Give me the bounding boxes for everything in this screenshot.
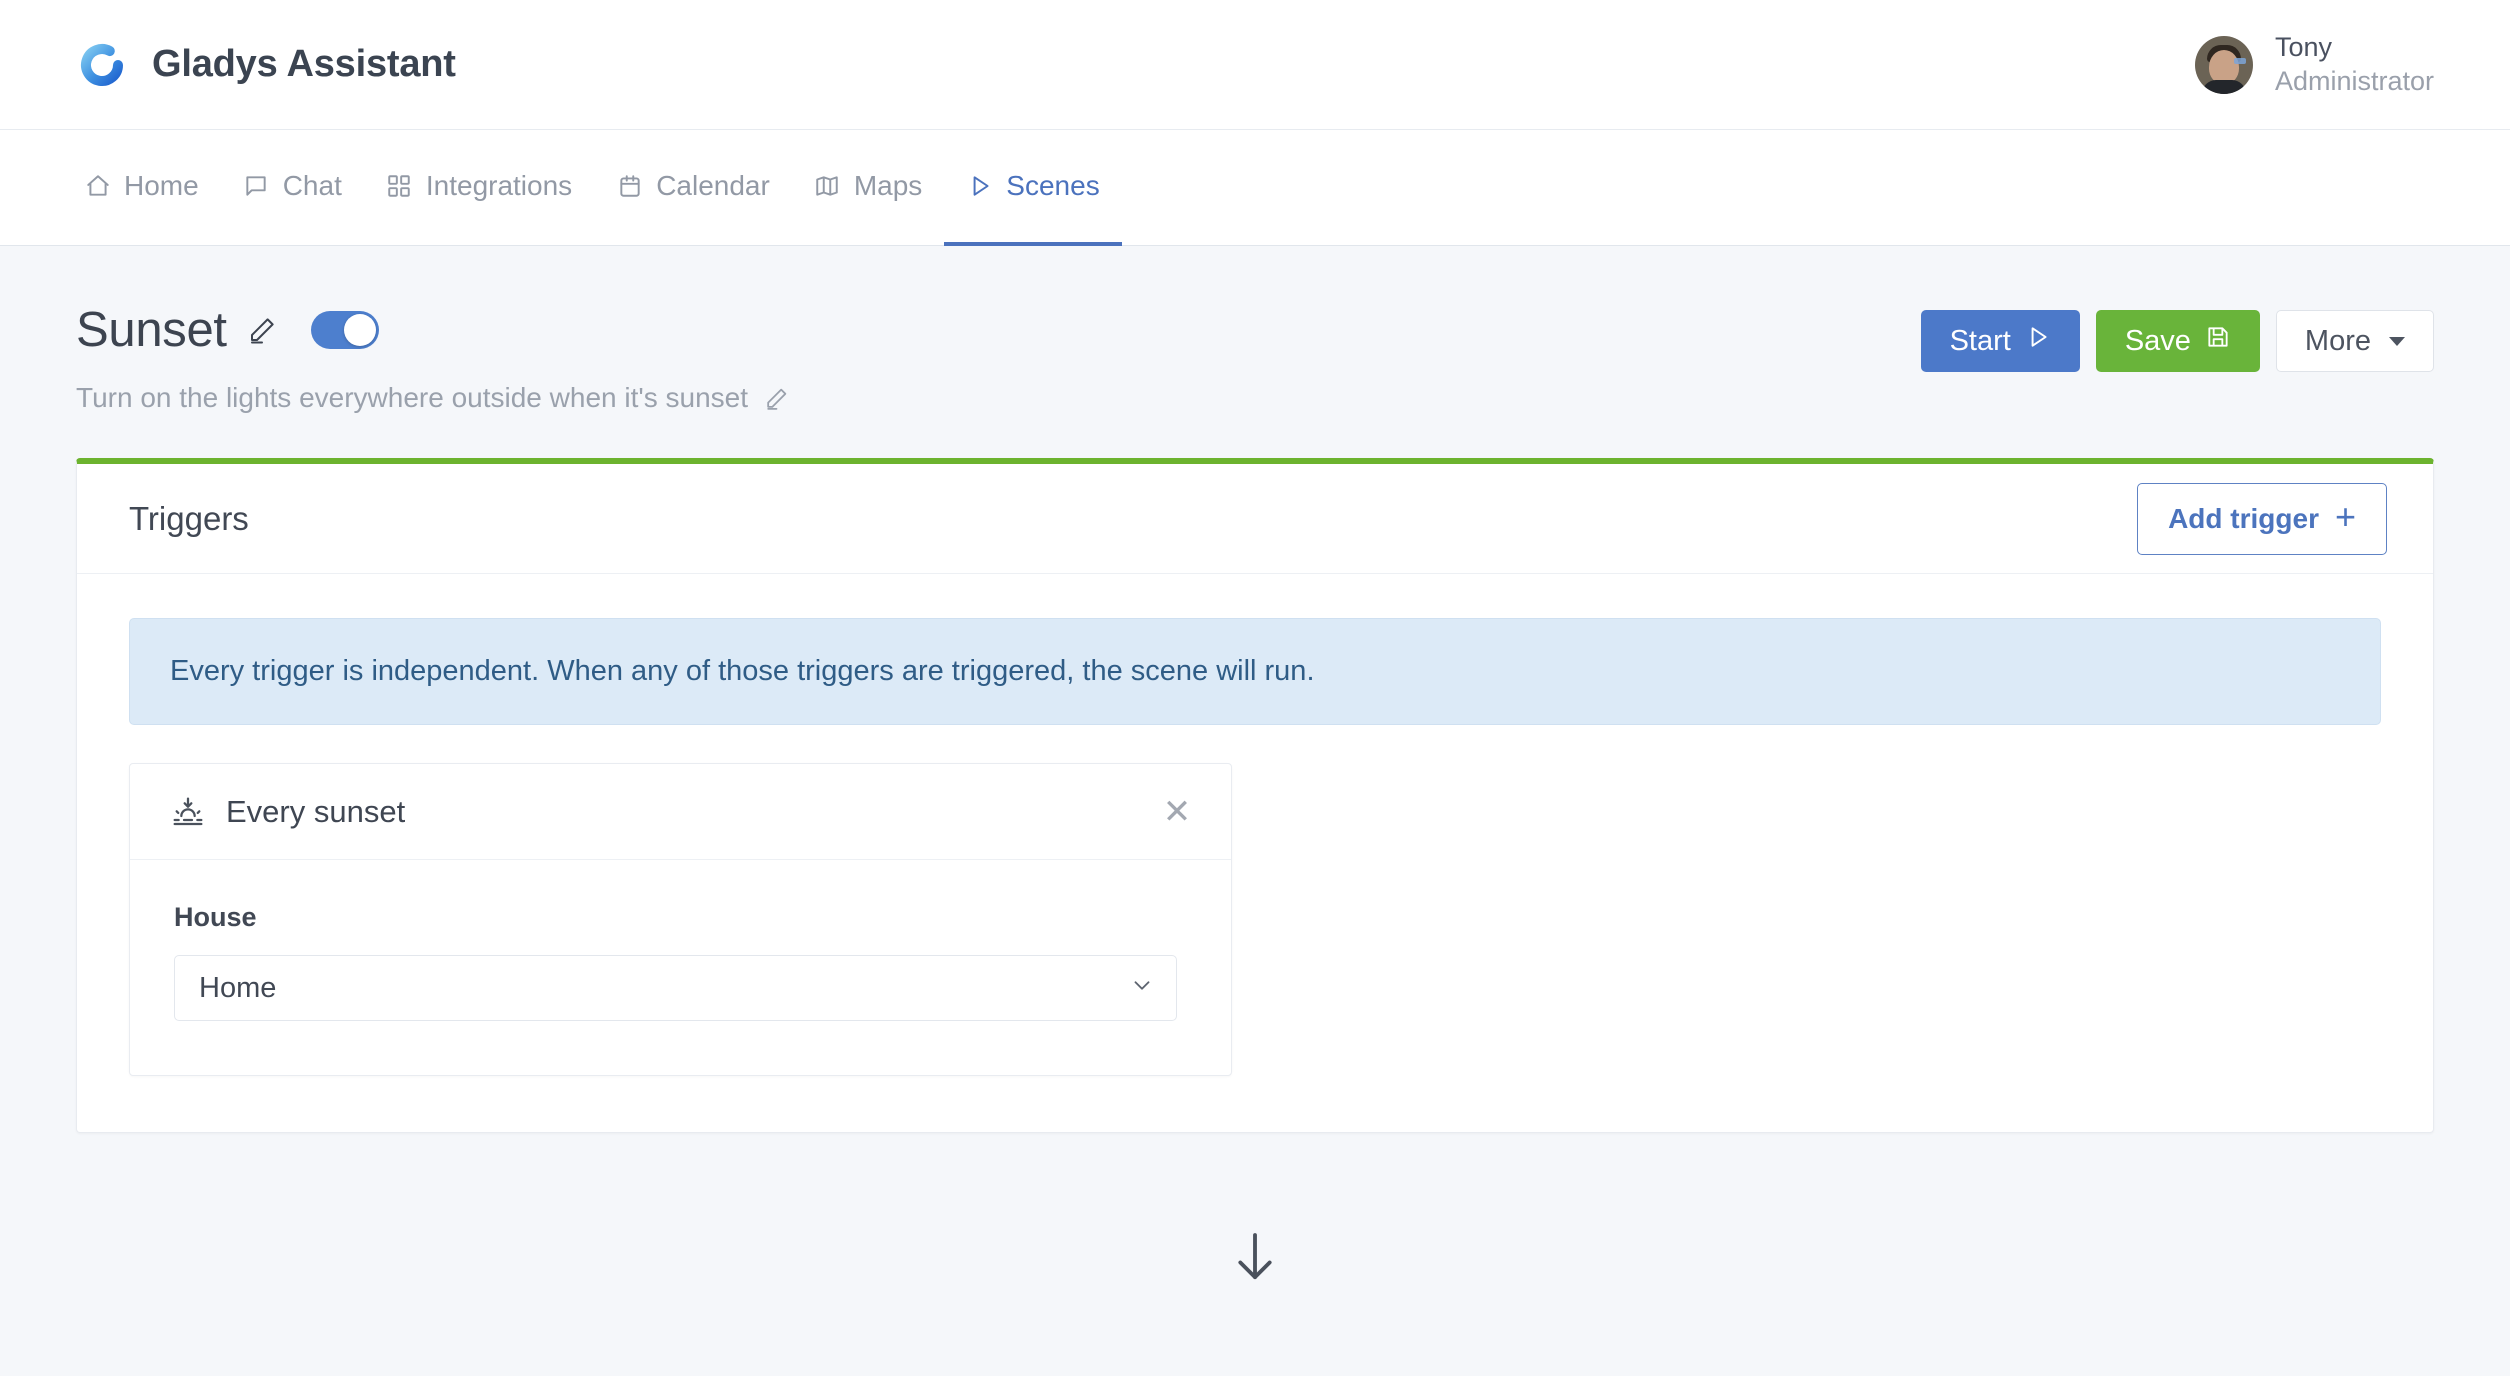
triggers-info-alert: Every trigger is independent. When any o… (129, 618, 2381, 725)
calendar-icon (616, 173, 643, 200)
app-title: Gladys Assistant (152, 43, 456, 86)
nav-item-calendar[interactable]: Calendar (594, 130, 792, 246)
page-title: Sunset (76, 302, 227, 358)
triggers-title: Triggers (129, 500, 249, 538)
nav-label: Home (124, 170, 199, 202)
triggers-card-body: Every trigger is independent. When any o… (77, 574, 2433, 1132)
nav-item-integrations[interactable]: Integrations (364, 130, 594, 246)
scene-header-left: Sunset Turn on the lights everywhere out… (76, 302, 789, 414)
nav-label: Scenes (1006, 170, 1099, 202)
triggers-card: Triggers Add trigger + Every trigger is … (76, 458, 2434, 1133)
add-trigger-label: Add trigger (2168, 503, 2319, 535)
add-trigger-button[interactable]: Add trigger + (2137, 483, 2387, 555)
trigger-item: Every sunset ✕ House Home (129, 763, 1232, 1076)
close-icon[interactable]: ✕ (1155, 790, 1199, 834)
trigger-item-header: Every sunset ✕ (130, 764, 1231, 860)
nav-item-maps[interactable]: Maps (792, 130, 944, 246)
trigger-name: Every sunset (226, 794, 405, 830)
scene-actions: Start Save More (1921, 302, 2434, 372)
page-content: Sunset Turn on the lights everywhere out… (0, 246, 2510, 1285)
plus-icon: + (2335, 499, 2356, 535)
edit-title-pencil-icon[interactable] (247, 315, 277, 345)
play-icon (966, 173, 993, 200)
house-select[interactable]: Home (174, 955, 1177, 1021)
nav-label: Maps (854, 170, 922, 202)
caret-down-icon (2389, 337, 2405, 346)
main-navigation: Home Chat Integrations Calendar Maps Sce… (0, 130, 2510, 246)
more-button[interactable]: More (2276, 310, 2434, 372)
gladys-ring-logo-icon (78, 41, 126, 89)
user-role: Administrator (2275, 65, 2434, 99)
map-icon (814, 173, 841, 200)
scene-enabled-toggle[interactable] (311, 311, 379, 349)
user-name: Tony (2275, 31, 2434, 65)
avatar (2195, 36, 2253, 94)
save-button-label: Save (2125, 325, 2191, 358)
brand[interactable]: Gladys Assistant (78, 41, 456, 89)
start-button-label: Start (1950, 325, 2011, 358)
start-button[interactable]: Start (1921, 310, 2080, 372)
more-button-label: More (2305, 325, 2371, 358)
house-select-value: Home (199, 972, 276, 1005)
nav-item-scenes[interactable]: Scenes (944, 130, 1121, 246)
scroll-down-area (76, 1133, 2434, 1285)
nav-item-home[interactable]: Home (78, 130, 221, 246)
edit-description-pencil-icon[interactable] (764, 386, 789, 411)
nav-label: Integrations (426, 170, 572, 202)
trigger-item-body: House Home (130, 860, 1231, 1075)
sunset-icon (172, 796, 204, 828)
triggers-card-header: Triggers Add trigger + (77, 464, 2433, 574)
nav-label: Chat (283, 170, 342, 202)
scene-header: Sunset Turn on the lights everywhere out… (76, 246, 2434, 458)
user-menu[interactable]: Tony Administrator (2195, 31, 2434, 99)
grid-icon (386, 173, 413, 200)
nav-item-chat[interactable]: Chat (221, 130, 364, 246)
play-icon (2025, 324, 2051, 358)
save-button[interactable]: Save (2096, 310, 2260, 372)
home-icon (84, 173, 111, 200)
floppy-disk-icon (2205, 324, 2231, 358)
app-header: Gladys Assistant Tony Administrator (0, 0, 2510, 130)
nav-label: Calendar (656, 170, 770, 202)
chat-icon (243, 173, 270, 200)
house-field-label: House (174, 902, 1187, 933)
arrow-down-icon[interactable] (1233, 1229, 1277, 1285)
scene-description: Turn on the lights everywhere outside wh… (76, 382, 748, 414)
